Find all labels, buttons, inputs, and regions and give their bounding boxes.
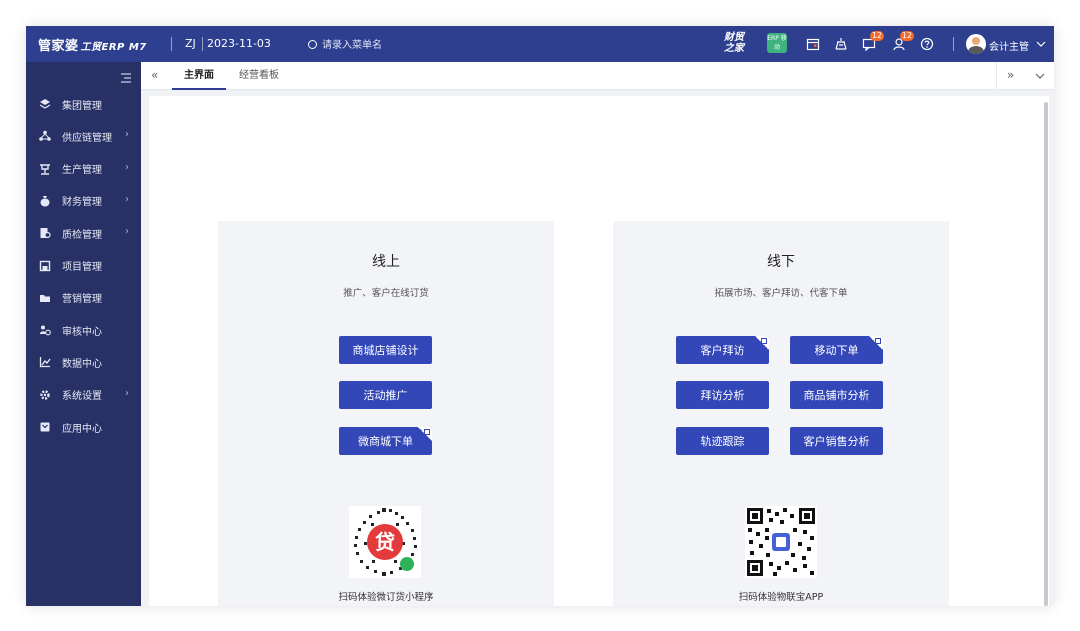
settings-icon [38, 388, 52, 402]
online-title: 线上 [372, 254, 400, 270]
sidebar-item-label: 供应链管理 [62, 132, 112, 144]
track-tracing-button[interactable]: 轨迹跟踪 [676, 427, 769, 455]
app-window: 管家婆 工贸ERP M7 ZJ 2023-11-03 请录入菜单名 财贸之家 ER… [26, 26, 1054, 606]
divider [202, 37, 203, 51]
promotion-button[interactable]: 活动推广 [339, 381, 432, 409]
offline-panel: 线下 拓展市场、客户拜访、代客下单 客户拜访 移动下单 拜访分析 商品铺市分析 … [613, 221, 949, 606]
sidebar-item-label: 集团管理 [62, 100, 102, 112]
chevron-right-icon: › [125, 193, 129, 205]
money-bag-icon [38, 194, 52, 208]
search-icon [308, 40, 317, 49]
sidebar-item-1[interactable]: 集团管理 [26, 88, 141, 120]
sidebar-item-label: 生产管理 [62, 165, 102, 177]
sidebar-item-label: 营销管理 [62, 294, 102, 306]
notification-count-badge: 12 [899, 31, 914, 41]
divider [171, 37, 172, 51]
mini-program-qr-code: 贷 [349, 506, 421, 578]
svg-text:贷: 贷 [375, 530, 395, 554]
qr-corner-icon [755, 336, 769, 350]
app-logo: 管家婆 工贸ERP M7 [38, 35, 147, 54]
chart-icon [38, 355, 52, 369]
sidebar-item-4[interactable]: 财务管理 › [26, 185, 141, 217]
sidebar-item-label: 财务管理 [62, 197, 102, 209]
app-icon [38, 420, 52, 434]
product-distribution-analysis-button[interactable]: 商品铺市分析 [790, 381, 883, 409]
online-subtitle: 推广、客户在线订货 [343, 288, 429, 299]
brand-mark-logo[interactable]: 财贸之家 [722, 32, 746, 54]
message-icon[interactable]: 12 [860, 31, 884, 53]
layers-icon [38, 97, 52, 111]
project-icon [38, 259, 52, 273]
calendar-icon[interactable] [804, 35, 822, 53]
notification-icon[interactable]: 12 [890, 31, 914, 53]
sidebar-item-label: 质检管理 [62, 229, 102, 241]
production-icon [38, 162, 52, 176]
sidebar-item-label: 审核中心 [62, 326, 102, 338]
tabs-menu-icon[interactable] [1035, 62, 1045, 90]
tabs-scroll-left-icon[interactable]: « [151, 62, 158, 90]
menu-collapse-icon[interactable] [120, 69, 132, 88]
chevron-right-icon: › [125, 226, 129, 238]
logo-sub: 工贸ERP M7 [80, 42, 147, 53]
divider [953, 37, 954, 51]
menu-search[interactable]: 请录入菜单名 [308, 36, 382, 51]
sidebar-item-2[interactable]: 供应链管理 › [26, 120, 141, 152]
inspection-icon [38, 226, 52, 240]
tab-bar: « 主界面 经营看板 » [141, 62, 1054, 90]
main-content: 线上 推广、客户在线订货 商城店铺设计 活动推广 微商城下单 贷 扫码体验微订货… [149, 96, 1049, 606]
wechat-mall-order-button[interactable]: 微商城下单 [339, 427, 432, 455]
company-code[interactable]: ZJ [185, 37, 196, 50]
shop-design-button[interactable]: 商城店铺设计 [339, 336, 432, 364]
audit-icon [38, 323, 52, 337]
sidebar-item-7[interactable]: 营销管理 [26, 282, 141, 314]
tab-dashboard[interactable]: 经营看板 [227, 62, 291, 90]
top-bar: 管家婆 工贸ERP M7 ZJ 2023-11-03 请录入菜单名 财贸之家 ER… [26, 26, 1054, 62]
customer-sales-analysis-button[interactable]: 客户销售分析 [790, 427, 883, 455]
chevron-right-icon: › [125, 129, 129, 141]
chevron-down-icon[interactable] [1032, 35, 1050, 53]
iot-app-qr-code [745, 506, 817, 578]
divider [996, 62, 997, 90]
supply-chain-icon [38, 129, 52, 143]
chevron-right-icon: › [125, 161, 129, 173]
offline-title: 线下 [767, 254, 795, 270]
sidebar-item-9[interactable]: 数据中心 [26, 346, 141, 378]
sidebar-item-3[interactable]: 生产管理 › [26, 153, 141, 185]
help-icon[interactable] [918, 35, 936, 53]
sidebar-item-label: 应用中心 [62, 423, 102, 435]
user-avatar[interactable] [966, 34, 986, 54]
sidebar-item-label: 数据中心 [62, 358, 102, 370]
main-scrollbar[interactable] [1044, 102, 1048, 606]
mobile-order-button[interactable]: 移动下单 [790, 336, 883, 364]
folder-icon [38, 291, 52, 305]
mobile-app-icon[interactable]: ERP 移动 [767, 33, 787, 53]
iot-app-qr-caption: 扫码体验物联宝APP [738, 592, 824, 603]
sidebar-item-10[interactable]: 系统设置 › [26, 379, 141, 411]
message-count-badge: 12 [869, 31, 884, 41]
user-name[interactable]: 会计主管 [989, 38, 1029, 53]
sidebar-item-8[interactable]: 审核中心 [26, 314, 141, 346]
qr-corner-icon [418, 427, 432, 441]
logo-main: 管家婆 [38, 39, 79, 54]
chevron-right-icon: › [125, 387, 129, 399]
sidebar: 集团管理供应链管理 › 生产管理 › 财务管理 › 质检管理 › 项目管理营销管理审核中心数据中… [26, 62, 141, 606]
sidebar-item-11[interactable]: 应用中心 [26, 411, 141, 443]
tool-icon[interactable] [832, 35, 850, 53]
business-date[interactable]: 2023-11-03 [207, 37, 271, 50]
sidebar-item-6[interactable]: 项目管理 [26, 250, 141, 282]
offline-subtitle: 拓展市场、客户拜访、代客下单 [714, 288, 848, 299]
visit-analysis-button[interactable]: 拜访分析 [676, 381, 769, 409]
online-panel: 线上 推广、客户在线订货 商城店铺设计 活动推广 微商城下单 贷 扫码体验微订货… [218, 221, 554, 606]
mini-program-qr-caption: 扫码体验微订货小程序 [338, 592, 434, 603]
search-placeholder: 请录入菜单名 [322, 40, 382, 51]
tab-main[interactable]: 主界面 [172, 62, 226, 90]
sidebar-item-label: 项目管理 [62, 262, 102, 273]
sidebar-item-5[interactable]: 质检管理 › [26, 217, 141, 249]
sidebar-item-label: 系统设置 [62, 391, 102, 403]
qr-corner-icon [869, 336, 883, 350]
tabs-scroll-right-icon[interactable]: » [1007, 62, 1014, 90]
customer-visit-button[interactable]: 客户拜访 [676, 336, 769, 364]
